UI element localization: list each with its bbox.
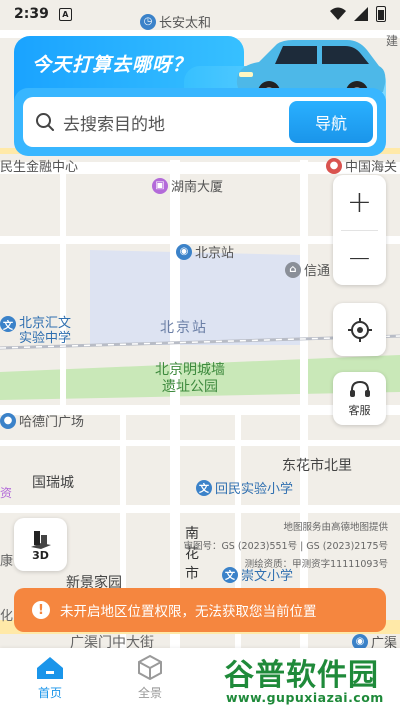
edge-label: 化 <box>0 609 14 624</box>
poi-xintong[interactable]: ⌂ 信通 <box>285 260 330 279</box>
zoom-in-button[interactable]: + <box>333 175 386 230</box>
map-approval-number: 审图号：GS (2023)551号 | GS (2023)2175号 <box>183 541 388 552</box>
metro-icon: ◉ <box>176 243 192 260</box>
poi-label: 国瑞城 <box>32 475 74 491</box>
3d-label: 3D <box>32 549 49 562</box>
notification-icon: A <box>58 7 72 21</box>
status-time: 2:39 <box>14 6 49 22</box>
battery-icon <box>376 6 386 22</box>
signal-icon <box>354 7 368 21</box>
poi-label: 湖南大厦 <box>171 180 224 195</box>
status-bar: 2:39 A <box>0 0 400 28</box>
school-icon: 文 <box>196 479 212 496</box>
warning-icon: ! <box>32 601 50 619</box>
locate-icon <box>347 317 372 342</box>
poi-label: 哈德门广场 <box>19 415 85 430</box>
landmark-icon: ● <box>326 157 342 174</box>
cube-icon <box>138 654 162 680</box>
site-watermark: 谷普软件园 www.gupuxiazai.com <box>218 648 400 711</box>
3d-view-button[interactable]: 3D <box>14 518 67 571</box>
poi-hunan[interactable]: ▣ 湖南大厦 <box>152 176 223 195</box>
house-icon: ⌂ <box>285 261 301 278</box>
tab-label: 全景 <box>137 686 162 700</box>
navigate-button[interactable]: 导航 <box>289 101 373 143</box>
zoom-control: + − <box>333 175 386 285</box>
poi-guoruicheng[interactable]: 国瑞城 <box>32 472 74 492</box>
search-card: 今天打算去哪呀？ 去搜索目的地 导航 <box>14 36 386 156</box>
poi-dongjie[interactable]: 东花市北里 <box>282 455 352 475</box>
poi-label: 民生金融中心 <box>0 160 79 175</box>
poi-label: 回民实验小学 <box>215 482 294 497</box>
poi-huiwen[interactable]: 文 北京汇文 实验中学 <box>0 316 71 346</box>
edge-label: 康 <box>0 554 14 569</box>
headset-icon <box>349 380 370 397</box>
road-label-vertical: 南花市 <box>185 526 199 582</box>
customer-service-label: 客服 <box>348 403 371 417</box>
buildings-3d-icon <box>30 531 51 549</box>
warning-message: 未开启地区位置权限，无法获取您当前位置 <box>60 604 317 620</box>
home-icon <box>37 657 63 679</box>
zoom-out-button[interactable]: − <box>333 231 386 286</box>
customer-service-button[interactable]: 客服 <box>333 372 386 425</box>
school-icon: 文 <box>0 316 16 332</box>
park-label: 北京明城墙 遗址公园 <box>155 362 225 395</box>
poi-label: 北京汇文 实验中学 <box>19 316 72 346</box>
poi-label: 信通 <box>304 264 331 279</box>
search-placeholder: 去搜索目的地 <box>63 114 165 135</box>
search-input[interactable]: 去搜索目的地 导航 <box>23 97 377 147</box>
poi-label: 中国海关 <box>345 160 398 175</box>
wifi-icon <box>330 7 346 20</box>
poi-hademen[interactable]: ● 哈德门广场 <box>0 411 84 430</box>
search-panel: 去搜索目的地 导航 <box>14 88 386 156</box>
tab-panorama[interactable]: 全景 <box>120 654 180 701</box>
watermark-brand: 谷普软件园 <box>224 658 379 693</box>
poi-minsheng[interactable]: 民生金融中心 <box>0 156 78 175</box>
poi-label: 东花市北里 <box>282 458 352 474</box>
greeting-tagline: 今天打算去哪呀？ <box>32 54 193 76</box>
map-copyright: 地图服务由高德地图提供 <box>283 522 388 533</box>
poi-beijingzhan-metro[interactable]: ◉ 北京站 <box>176 242 234 261</box>
poi-label: 北京站 <box>195 246 235 261</box>
hotel-icon: ▣ <box>152 177 168 194</box>
search-icon <box>36 113 54 131</box>
poi-huimin[interactable]: 文 回民实验小学 <box>196 478 293 497</box>
watermark-url: www.gupuxiazai.com <box>226 690 384 705</box>
locate-button[interactable] <box>333 303 386 356</box>
poi-zhongguohaiguan[interactable]: ● 中国海关 <box>326 156 397 175</box>
area-label-station: 北京站 <box>160 320 208 336</box>
edge-label: 资 <box>0 486 13 500</box>
map-survey-license: 测绘资质：甲测资字11111093号 <box>244 559 388 570</box>
mall-icon: ● <box>0 412 16 429</box>
school-icon: 文 <box>222 566 238 583</box>
location-permission-warning[interactable]: ! 未开启地区位置权限，无法获取您当前位置 <box>14 588 386 632</box>
tab-label: 首页 <box>37 686 62 700</box>
tab-home[interactable]: 首页 <box>20 654 80 701</box>
